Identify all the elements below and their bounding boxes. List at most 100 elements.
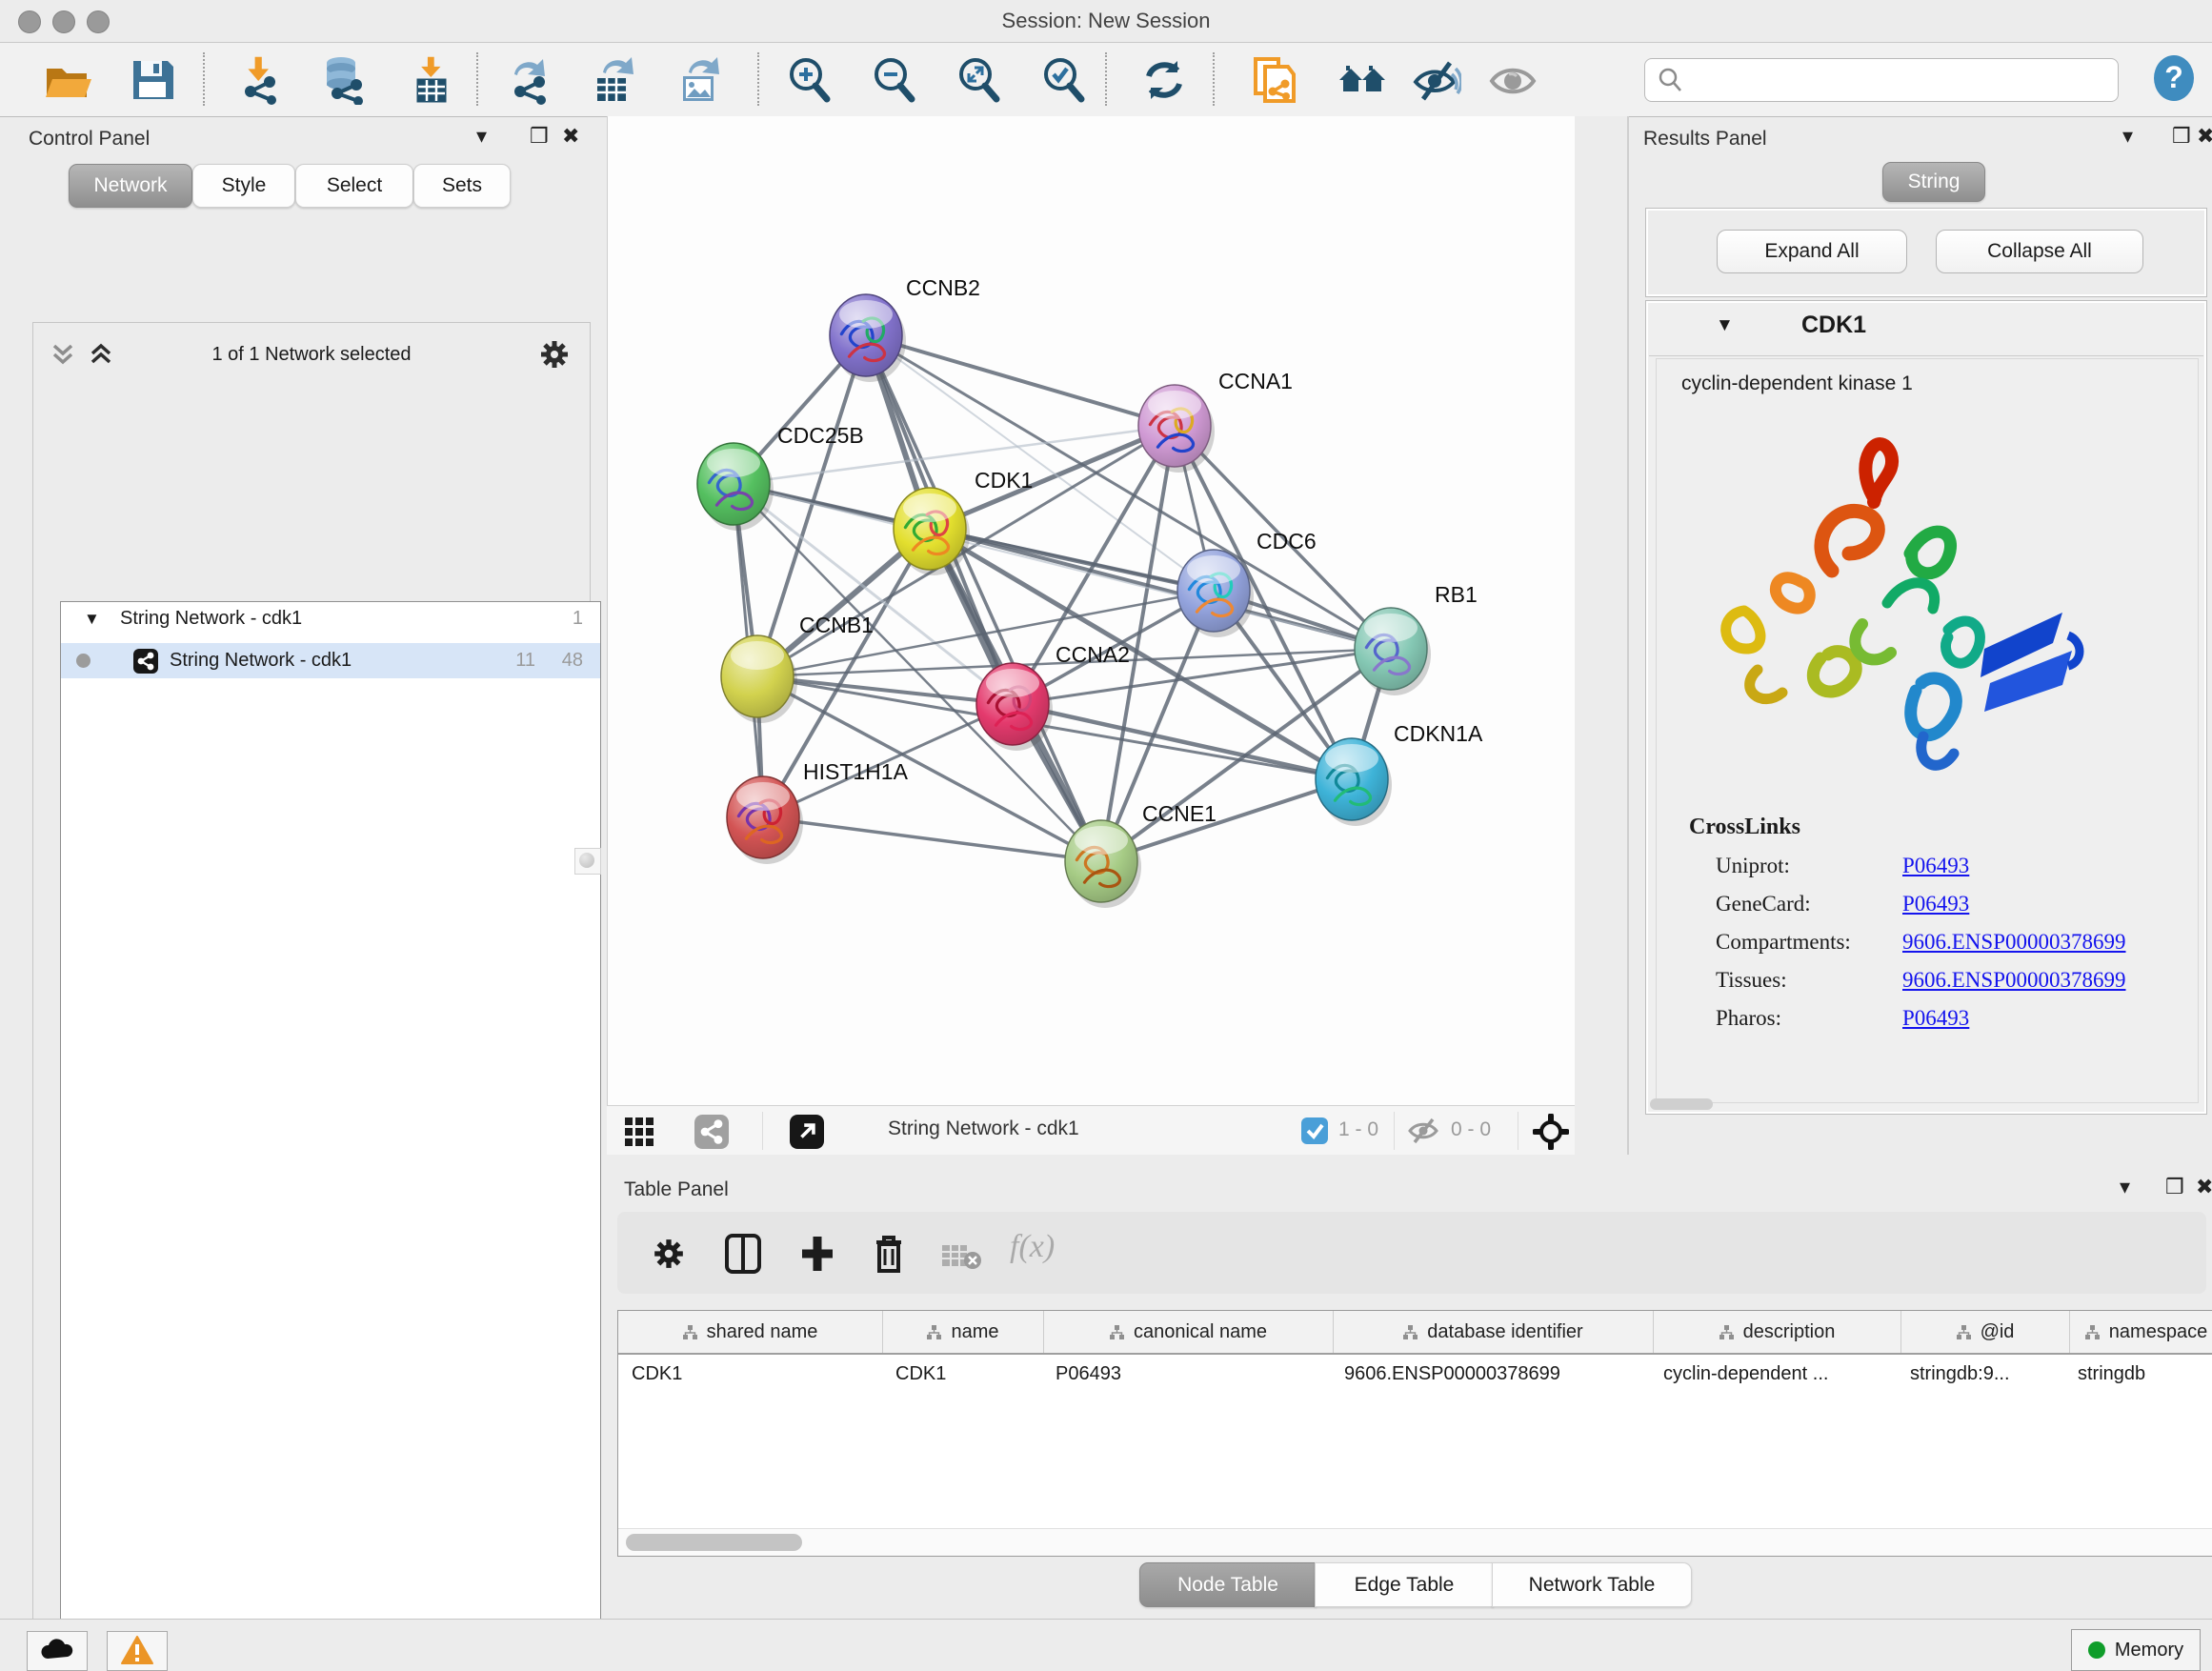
column-header-description[interactable]: description [1654, 1311, 1901, 1353]
panel-close-icon[interactable]: ✖ [2197, 124, 2212, 149]
detach-view-icon[interactable] [790, 1115, 824, 1149]
tab-network-table[interactable]: Network Table [1492, 1562, 1692, 1607]
crosslink-link[interactable]: P06493 [1902, 892, 1969, 916]
panel-maximize-icon[interactable]: ❒ [2172, 124, 2191, 149]
hide-panels-icon[interactable] [1412, 55, 1461, 105]
warning-button[interactable] [107, 1631, 168, 1671]
tab-string[interactable]: String [1882, 162, 1985, 202]
panel-float-icon[interactable]: ▾ [2122, 124, 2133, 149]
results-gene-section: ▼ CDK1 cyclin-dependent kinase 1 [1645, 300, 2207, 1115]
zoom-selected-icon[interactable] [1039, 55, 1089, 105]
network-canvas[interactable]: CCNB2CCNA1CDC25BCDK1CDC6RB1CCNB1CCNA2CDK… [607, 116, 1576, 1105]
network-node-RB1[interactable]: RB1 [1355, 582, 1478, 695]
column-header-canonical-name[interactable]: canonical name [1044, 1311, 1334, 1353]
collection-expand-icon[interactable]: ▼ [84, 610, 100, 629]
column-header-label: name [951, 1321, 998, 1343]
column-header-namespace[interactable]: namespace [2070, 1311, 2212, 1353]
scrollbar-thumb[interactable] [626, 1534, 802, 1551]
table-cell[interactable]: stringdb:9... [1897, 1355, 2064, 1393]
duplicate-network-icon[interactable] [1250, 55, 1299, 105]
table-cell[interactable]: CDK1 [882, 1355, 1042, 1393]
home-layout-icon[interactable] [1337, 55, 1387, 105]
network-edge[interactable] [866, 335, 1175, 426]
export-table-icon[interactable] [590, 55, 639, 105]
panel-close-icon[interactable]: ✖ [2196, 1175, 2212, 1199]
crosslink-link[interactable]: P06493 [1902, 854, 1969, 878]
network-node-CDKN1A[interactable]: CDKN1A [1316, 721, 1483, 826]
panel-maximize-icon[interactable]: ❒ [530, 124, 549, 149]
network-node-CCNE1[interactable]: CCNE1 [1065, 801, 1217, 908]
network-edge[interactable] [763, 817, 1101, 861]
table-cell[interactable]: CDK1 [618, 1355, 882, 1393]
column-header--id[interactable]: @id [1901, 1311, 2070, 1353]
delete-column-icon[interactable] [871, 1233, 907, 1275]
table-gear-icon[interactable] [652, 1237, 686, 1271]
gene-section-header[interactable]: ▼ CDK1 [1649, 304, 2203, 356]
memory-button[interactable]: Memory [2071, 1629, 2201, 1671]
import-table-icon[interactable] [407, 55, 456, 105]
selected-checkbox-icon[interactable] [1301, 1117, 1328, 1144]
insert-column-icon[interactable] [724, 1233, 762, 1275]
network-node-CCNA1[interactable]: CCNA1 [1138, 369, 1293, 473]
grid-view-icon[interactable] [624, 1117, 654, 1147]
search-input[interactable] [1691, 61, 2104, 97]
string-network-graph[interactable]: CCNB2CCNA1CDC25BCDK1CDC6RB1CCNB1CCNA2CDK… [608, 116, 1576, 1105]
panel-maximize-icon[interactable]: ❒ [2165, 1175, 2184, 1199]
column-header-shared-name[interactable]: shared name [618, 1311, 883, 1353]
table-cell[interactable]: cyclin-dependent ... [1650, 1355, 1897, 1393]
network-collection-row[interactable]: ▼ String Network - cdk1 1 [61, 602, 600, 643]
export-image-icon[interactable] [675, 55, 725, 105]
zoom-in-icon[interactable] [785, 55, 835, 105]
crosslink-link[interactable]: P06493 [1902, 1006, 1969, 1031]
table-cell[interactable]: P06493 [1042, 1355, 1331, 1393]
network-node-CCNB2[interactable]: CCNB2 [830, 275, 980, 382]
column-header-name[interactable]: name [883, 1311, 1044, 1353]
import-database-icon[interactable] [318, 55, 368, 105]
tab-style[interactable]: Style [192, 164, 295, 208]
network-node-HIST1H1A[interactable]: HIST1H1A [727, 759, 909, 864]
help-icon[interactable]: ? [2149, 53, 2199, 103]
crosslink-link[interactable]: 9606.ENSP00000378699 [1902, 968, 2126, 993]
network-options-gear-icon[interactable] [538, 338, 571, 371]
table-cell[interactable]: stringdb [2064, 1355, 2212, 1393]
network-view-mode-icon[interactable] [694, 1115, 729, 1149]
export-network-icon[interactable] [507, 55, 556, 105]
table-hscrollbar[interactable] [618, 1528, 2212, 1556]
panel-close-icon[interactable]: ✖ [562, 124, 579, 149]
network-node-CDC6[interactable]: CDC6 [1177, 529, 1317, 637]
zoom-fit-icon[interactable] [955, 55, 1004, 105]
panel-float-icon[interactable]: ▾ [2120, 1175, 2130, 1199]
table-cell[interactable]: 9606.ENSP00000378699 [1331, 1355, 1650, 1393]
zoom-out-icon[interactable] [870, 55, 919, 105]
clear-table-icon[interactable] [941, 1242, 983, 1271]
save-session-icon[interactable] [128, 55, 177, 105]
function-builder-icon[interactable]: f(x) [1010, 1229, 1055, 1265]
column-type-icon [1110, 1325, 1124, 1339]
tab-sets[interactable]: Sets [413, 164, 511, 208]
table-row[interactable]: CDK1CDK1P064939606.ENSP00000378699cyclin… [618, 1355, 2212, 1393]
horizontal-splitter[interactable] [607, 1155, 2212, 1167]
results-hscrollbar[interactable] [1650, 1098, 1713, 1110]
panel-float-icon[interactable]: ▾ [476, 124, 487, 149]
cloud-button[interactable] [27, 1631, 88, 1671]
birdseye-icon[interactable] [1533, 1114, 1569, 1150]
table-panel-title: Table Panel [624, 1178, 729, 1201]
open-session-icon[interactable] [42, 55, 91, 105]
expand-all-button[interactable]: Expand All [1717, 230, 1907, 273]
tab-node-table[interactable]: Node Table [1139, 1562, 1317, 1607]
tab-select[interactable]: Select [295, 164, 413, 208]
tab-network[interactable]: Network [69, 164, 192, 208]
show-panels-icon[interactable] [1488, 55, 1538, 105]
network-edge[interactable] [1101, 779, 1352, 861]
tab-edge-table[interactable]: Edge Table [1315, 1562, 1494, 1607]
collapse-all-button[interactable]: Collapse All [1936, 230, 2143, 273]
refresh-icon[interactable] [1139, 55, 1189, 105]
import-network-icon[interactable] [235, 55, 285, 105]
gene-collapse-icon[interactable]: ▼ [1716, 315, 1734, 336]
column-header-database-identifier[interactable]: database identifier [1334, 1311, 1654, 1353]
add-row-icon[interactable] [798, 1233, 836, 1275]
crosslink-link[interactable]: 9606.ENSP00000378699 [1902, 930, 2126, 955]
network-row[interactable]: String Network - cdk1 11 48 [61, 643, 600, 678]
status-bar: Memory [0, 1619, 2212, 1671]
left-splitter-handle[interactable] [574, 848, 601, 875]
